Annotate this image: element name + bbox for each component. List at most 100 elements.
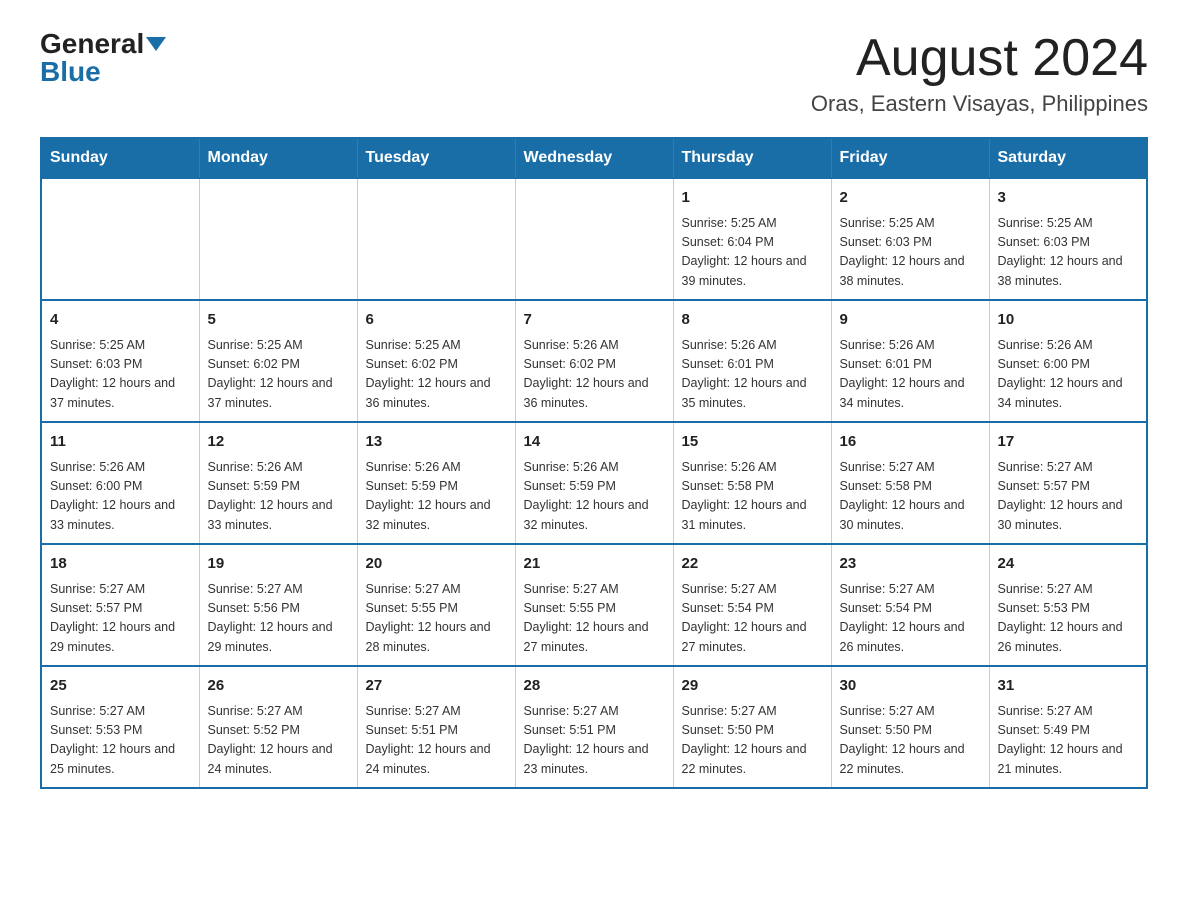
day-number: 26 bbox=[208, 675, 349, 698]
calendar-header: SundayMondayTuesdayWednesdayThursdayFrid… bbox=[41, 138, 1147, 178]
calendar-cell: 12 Sunrise: 5:26 AMSunset: 5:59 PMDayligh… bbox=[199, 422, 357, 544]
day-number: 9 bbox=[840, 309, 981, 332]
day-number: 21 bbox=[524, 553, 665, 576]
calendar-cell: 7 Sunrise: 5:26 AMSunset: 6:02 PMDaylight… bbox=[515, 300, 673, 422]
day-number: 30 bbox=[840, 675, 981, 698]
day-info: Sunrise: 5:27 AMSunset: 5:50 PMDaylight:… bbox=[840, 702, 981, 780]
calendar-cell bbox=[357, 178, 515, 300]
location-subtitle: Oras, Eastern Visayas, Philippines bbox=[811, 91, 1148, 117]
day-number: 3 bbox=[998, 187, 1139, 210]
day-info: Sunrise: 5:25 AMSunset: 6:03 PMDaylight:… bbox=[998, 214, 1139, 292]
day-info: Sunrise: 5:26 AMSunset: 6:02 PMDaylight:… bbox=[524, 336, 665, 414]
day-number: 11 bbox=[50, 431, 191, 454]
calendar-cell: 22Sunrise: 5:27 AMSunset: 5:54 PMDayligh… bbox=[673, 544, 831, 666]
weekday-header-wednesday: Wednesday bbox=[515, 138, 673, 178]
day-number: 2 bbox=[840, 187, 981, 210]
day-number: 15 bbox=[682, 431, 823, 454]
calendar-cell: 29 Sunrise: 5:27 AMSunset: 5:50 PMDayligh… bbox=[673, 666, 831, 788]
calendar-cell: 9 Sunrise: 5:26 AMSunset: 6:01 PMDaylight… bbox=[831, 300, 989, 422]
calendar-week-row: 4Sunrise: 5:25 AMSunset: 6:03 PMDaylight… bbox=[41, 300, 1147, 422]
calendar-cell: 25 Sunrise: 5:27 AMSunset: 5:53 PMDayligh… bbox=[41, 666, 199, 788]
calendar-cell: 17 Sunrise: 5:27 AMSunset: 5:57 PMDayligh… bbox=[989, 422, 1147, 544]
day-info: Sunrise: 5:27 AMSunset: 5:52 PMDaylight:… bbox=[208, 702, 349, 780]
day-number: 10 bbox=[998, 309, 1139, 332]
calendar-cell bbox=[41, 178, 199, 300]
calendar-body: 1 Sunrise: 5:25 AMSunset: 6:04 PMDaylight… bbox=[41, 178, 1147, 788]
calendar-cell: 5Sunrise: 5:25 AMSunset: 6:02 PMDaylight… bbox=[199, 300, 357, 422]
calendar-cell: 6 Sunrise: 5:25 AMSunset: 6:02 PMDaylight… bbox=[357, 300, 515, 422]
day-info: Sunrise: 5:27 AMSunset: 5:50 PMDaylight:… bbox=[682, 702, 823, 780]
day-info: Sunrise: 5:26 AMSunset: 5:58 PMDaylight:… bbox=[682, 458, 823, 536]
day-number: 14 bbox=[524, 431, 665, 454]
day-number: 20 bbox=[366, 553, 507, 576]
day-info: Sunrise: 5:25 AMSunset: 6:03 PMDaylight:… bbox=[840, 214, 981, 292]
weekday-header-sunday: Sunday bbox=[41, 138, 199, 178]
calendar-cell: 1 Sunrise: 5:25 AMSunset: 6:04 PMDaylight… bbox=[673, 178, 831, 300]
calendar-week-row: 11Sunrise: 5:26 AMSunset: 6:00 PMDayligh… bbox=[41, 422, 1147, 544]
day-number: 4 bbox=[50, 309, 191, 332]
calendar-cell bbox=[515, 178, 673, 300]
weekday-header-tuesday: Tuesday bbox=[357, 138, 515, 178]
day-number: 7 bbox=[524, 309, 665, 332]
day-number: 27 bbox=[366, 675, 507, 698]
day-number: 23 bbox=[840, 553, 981, 576]
weekday-header-friday: Friday bbox=[831, 138, 989, 178]
day-info: Sunrise: 5:25 AMSunset: 6:02 PMDaylight:… bbox=[366, 336, 507, 414]
day-number: 19 bbox=[208, 553, 349, 576]
day-number: 5 bbox=[208, 309, 349, 332]
day-number: 1 bbox=[682, 187, 823, 210]
calendar-cell: 16 Sunrise: 5:27 AMSunset: 5:58 PMDayligh… bbox=[831, 422, 989, 544]
weekday-header-row: SundayMondayTuesdayWednesdayThursdayFrid… bbox=[41, 138, 1147, 178]
calendar-cell: 30 Sunrise: 5:27 AMSunset: 5:50 PMDayligh… bbox=[831, 666, 989, 788]
calendar-week-row: 1 Sunrise: 5:25 AMSunset: 6:04 PMDaylight… bbox=[41, 178, 1147, 300]
title-block: August 2024 Oras, Eastern Visayas, Phili… bbox=[811, 30, 1148, 117]
day-number: 13 bbox=[366, 431, 507, 454]
calendar-cell: 23 Sunrise: 5:27 AMSunset: 5:54 PMDayligh… bbox=[831, 544, 989, 666]
calendar-cell: 4Sunrise: 5:25 AMSunset: 6:03 PMDaylight… bbox=[41, 300, 199, 422]
calendar-table: SundayMondayTuesdayWednesdayThursdayFrid… bbox=[40, 137, 1148, 789]
calendar-cell bbox=[199, 178, 357, 300]
calendar-cell: 28Sunrise: 5:27 AMSunset: 5:51 PMDayligh… bbox=[515, 666, 673, 788]
day-info: Sunrise: 5:27 AMSunset: 5:53 PMDaylight:… bbox=[50, 702, 191, 780]
calendar-cell: 18Sunrise: 5:27 AMSunset: 5:57 PMDayligh… bbox=[41, 544, 199, 666]
calendar-week-row: 18Sunrise: 5:27 AMSunset: 5:57 PMDayligh… bbox=[41, 544, 1147, 666]
day-number: 17 bbox=[998, 431, 1139, 454]
day-number: 29 bbox=[682, 675, 823, 698]
day-info: Sunrise: 5:26 AMSunset: 5:59 PMDaylight:… bbox=[524, 458, 665, 536]
day-number: 6 bbox=[366, 309, 507, 332]
day-number: 18 bbox=[50, 553, 191, 576]
day-info: Sunrise: 5:27 AMSunset: 5:56 PMDaylight:… bbox=[208, 580, 349, 658]
day-number: 12 bbox=[208, 431, 349, 454]
month-year-title: August 2024 bbox=[811, 30, 1148, 87]
day-info: Sunrise: 5:27 AMSunset: 5:49 PMDaylight:… bbox=[998, 702, 1139, 780]
day-info: Sunrise: 5:27 AMSunset: 5:55 PMDaylight:… bbox=[366, 580, 507, 658]
weekday-header-monday: Monday bbox=[199, 138, 357, 178]
day-info: Sunrise: 5:27 AMSunset: 5:51 PMDaylight:… bbox=[366, 702, 507, 780]
day-info: Sunrise: 5:26 AMSunset: 6:01 PMDaylight:… bbox=[840, 336, 981, 414]
day-info: Sunrise: 5:27 AMSunset: 5:54 PMDaylight:… bbox=[840, 580, 981, 658]
day-info: Sunrise: 5:26 AMSunset: 5:59 PMDaylight:… bbox=[208, 458, 349, 536]
day-number: 8 bbox=[682, 309, 823, 332]
calendar-cell: 11Sunrise: 5:26 AMSunset: 6:00 PMDayligh… bbox=[41, 422, 199, 544]
calendar-cell: 24Sunrise: 5:27 AMSunset: 5:53 PMDayligh… bbox=[989, 544, 1147, 666]
page-header: General Blue August 2024 Oras, Eastern V… bbox=[40, 30, 1148, 117]
calendar-cell: 2 Sunrise: 5:25 AMSunset: 6:03 PMDaylight… bbox=[831, 178, 989, 300]
day-number: 31 bbox=[998, 675, 1139, 698]
day-info: Sunrise: 5:27 AMSunset: 5:58 PMDaylight:… bbox=[840, 458, 981, 536]
day-info: Sunrise: 5:27 AMSunset: 5:53 PMDaylight:… bbox=[998, 580, 1139, 658]
calendar-cell: 8Sunrise: 5:26 AMSunset: 6:01 PMDaylight… bbox=[673, 300, 831, 422]
weekday-header-saturday: Saturday bbox=[989, 138, 1147, 178]
day-info: Sunrise: 5:27 AMSunset: 5:57 PMDaylight:… bbox=[998, 458, 1139, 536]
calendar-cell: 20 Sunrise: 5:27 AMSunset: 5:55 PMDayligh… bbox=[357, 544, 515, 666]
logo-general-text: General bbox=[40, 30, 144, 58]
calendar-cell: 14 Sunrise: 5:26 AMSunset: 5:59 PMDayligh… bbox=[515, 422, 673, 544]
day-number: 16 bbox=[840, 431, 981, 454]
day-info: Sunrise: 5:26 AMSunset: 6:00 PMDaylight:… bbox=[998, 336, 1139, 414]
calendar-cell: 3 Sunrise: 5:25 AMSunset: 6:03 PMDaylight… bbox=[989, 178, 1147, 300]
day-number: 25 bbox=[50, 675, 191, 698]
day-number: 22 bbox=[682, 553, 823, 576]
day-info: Sunrise: 5:27 AMSunset: 5:51 PMDaylight:… bbox=[524, 702, 665, 780]
day-info: Sunrise: 5:25 AMSunset: 6:04 PMDaylight:… bbox=[682, 214, 823, 292]
calendar-cell: 21Sunrise: 5:27 AMSunset: 5:55 PMDayligh… bbox=[515, 544, 673, 666]
calendar-cell: 31 Sunrise: 5:27 AMSunset: 5:49 PMDayligh… bbox=[989, 666, 1147, 788]
